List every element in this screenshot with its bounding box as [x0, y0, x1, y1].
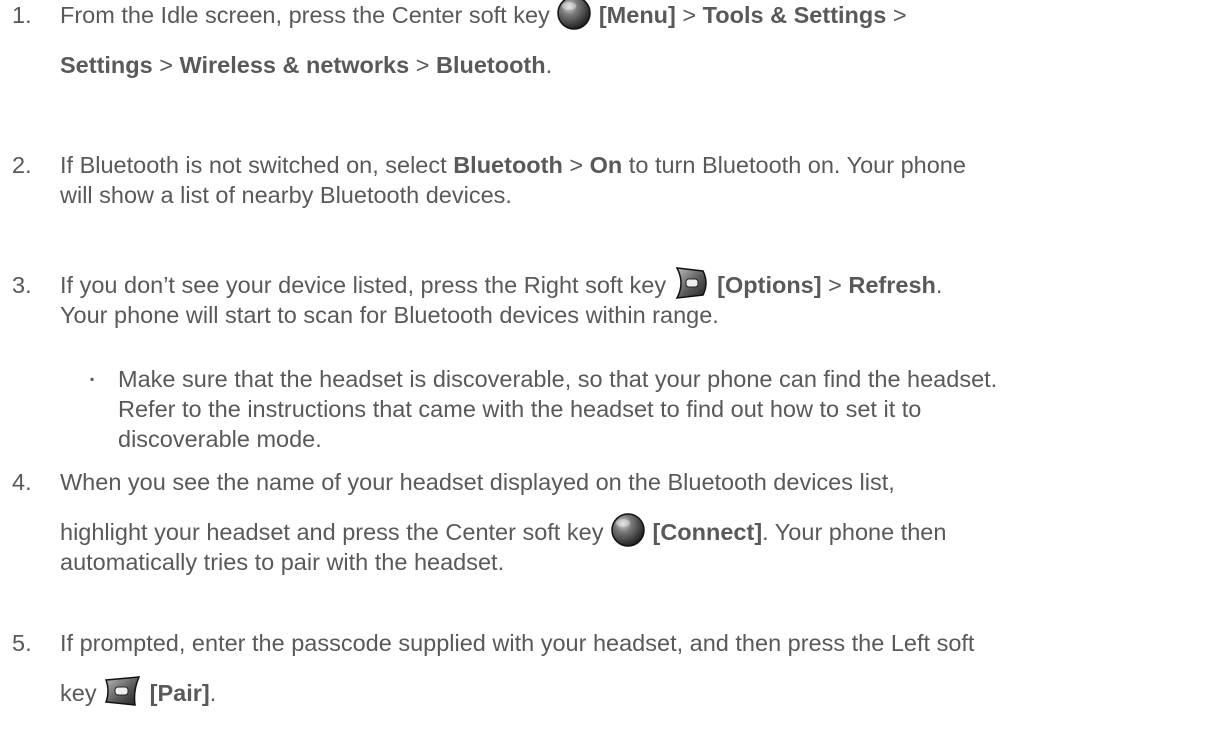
step-text: . Your phone then: [762, 519, 947, 545]
menu-path-label: Settings: [60, 52, 153, 78]
menu-path-label: [Menu]: [592, 2, 676, 28]
menu-path-label: Refresh: [848, 272, 936, 298]
menu-path-label: Wireless & networks: [179, 52, 410, 78]
step-line: When you see the name of your headset di…: [60, 469, 895, 496]
step-text: key: [60, 680, 104, 706]
step-text: Your phone will start to scan for Blueto…: [60, 302, 719, 328]
step-line: If prompted, enter the passcode supplied…: [60, 630, 974, 657]
step-line: If you don’t see your device listed, pre…: [60, 266, 943, 301]
step-text: If Bluetooth is not switched on, select: [60, 152, 454, 178]
bullet-line: Make sure that the headset is discoverab…: [118, 366, 998, 392]
menu-path-label: Tools & Settings: [702, 2, 887, 28]
step-text: >: [152, 52, 180, 78]
step-number: 3.: [12, 272, 32, 298]
menu-path-label: Bluetooth: [435, 52, 546, 78]
menu-path-label: [Connect]: [645, 519, 763, 545]
menu-path-label: On: [589, 152, 623, 178]
step-number: 2.: [12, 152, 32, 178]
step-line: If Bluetooth is not switched on, select …: [60, 152, 966, 179]
right-soft-key-icon: [673, 265, 711, 301]
menu-path-label: Bluetooth: [453, 152, 563, 178]
step-text: From the Idle screen, press the Center s…: [60, 2, 557, 28]
step-text: If prompted, enter the passcode supplied…: [60, 630, 975, 656]
step-text: automatically tries to pair with the hea…: [60, 549, 505, 575]
step-text: When you see the name of your headset di…: [60, 469, 895, 495]
step-text: >: [562, 152, 590, 178]
step-text: >: [821, 272, 849, 298]
step-number: 4.: [12, 469, 32, 495]
step-text: highlight your headset and press the Cen…: [60, 519, 610, 545]
step-number: 1.: [12, 2, 32, 28]
bullet-line: discoverable mode.: [118, 426, 322, 452]
step-text: to turn Bluetooth on. Your phone: [622, 152, 966, 178]
step-line: will show a list of nearby Bluetooth dev…: [60, 182, 512, 209]
step-line: Your phone will start to scan for Blueto…: [60, 302, 719, 329]
center-soft-key-icon: [556, 0, 592, 31]
menu-path-label: [Pair]: [143, 680, 210, 706]
bullet-marker: ▪: [90, 372, 95, 386]
step-text: .: [935, 272, 943, 298]
menu-path-label: [Options]: [710, 272, 822, 298]
step-text: .: [209, 680, 217, 706]
step-number: 5.: [12, 630, 32, 656]
step-text: >: [886, 2, 907, 28]
step-line: From the Idle screen, press the Center s…: [60, 0, 907, 31]
step-line: Settings > Wireless & networks > Bluetoo…: [60, 52, 552, 79]
step-text: If you don’t see your device listed, pre…: [60, 272, 673, 298]
center-soft-key-icon: [610, 512, 646, 548]
step-text: will show a list of nearby Bluetooth dev…: [60, 182, 512, 208]
step-text: .: [545, 52, 553, 78]
step-line: automatically tries to pair with the hea…: [60, 549, 504, 576]
bullet-line: Refer to the instructions that came with…: [118, 396, 922, 422]
step-line: highlight your headset and press the Cen…: [60, 513, 947, 548]
step-text: >: [409, 52, 436, 78]
left-soft-key-icon: [103, 674, 143, 708]
step-line: key [Pair].: [60, 675, 217, 708]
step-text: >: [675, 2, 703, 28]
